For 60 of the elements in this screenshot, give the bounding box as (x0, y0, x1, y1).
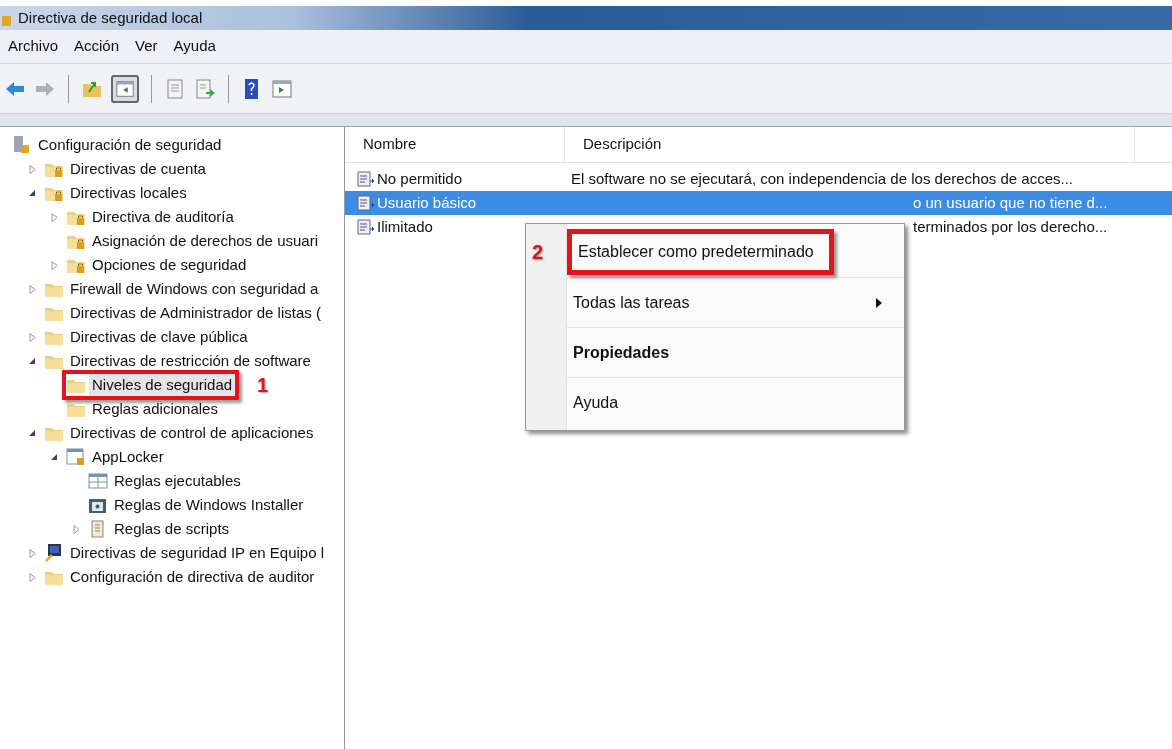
callout-number: 2 (532, 240, 545, 265)
export-list-icon[interactable] (194, 77, 216, 100)
context-menu-item[interactable]: Propiedades (567, 334, 898, 371)
tree-item[interactable]: Directivas de cuenta (67, 157, 209, 181)
tree-item[interactable]: AppLocker (89, 445, 167, 469)
row-name: No permitido (377, 168, 463, 189)
tree-item[interactable]: Reglas de Windows Installer (111, 493, 307, 517)
tree-item[interactable]: Directivas locales (67, 181, 190, 205)
column-header[interactable]: Nombre (345, 127, 565, 162)
collapsed-arrow-icon[interactable] (28, 284, 36, 294)
collapsed-arrow-icon[interactable] (50, 212, 58, 222)
tree-item[interactable]: Directivas de seguridad IP en Equipo l (67, 541, 328, 565)
row-description: El software no se ejecutará, con independencia de los derechos de acces... (571, 168, 1073, 189)
tree-item[interactable]: Directivas de Administrador de listas ( (67, 301, 324, 325)
callout-number: 1 (257, 373, 269, 398)
tree-item[interactable]: Directivas de control de aplicaciones (67, 421, 317, 445)
context-menu-item[interactable]: Todas las tareas (567, 284, 898, 321)
document-arrow-icon (357, 218, 375, 236)
tree-item[interactable]: Directiva de auditoría (89, 205, 237, 229)
expanded-arrow-icon[interactable] (28, 429, 36, 437)
submenu-arrow-icon (876, 297, 882, 308)
row-description: terminados por los derecho... (913, 216, 1108, 237)
row-name: Usuario básico (377, 192, 477, 213)
tree-item[interactable]: Directivas de clave pública (67, 325, 251, 349)
action-pane-icon[interactable] (271, 77, 293, 100)
expanded-arrow-icon[interactable] (28, 357, 36, 365)
column-header[interactable]: Descripción (565, 127, 1135, 162)
collapsed-arrow-icon[interactable] (28, 332, 36, 342)
window-grid-icon (88, 471, 108, 491)
tree-item[interactable]: Directivas de restricción de software (67, 349, 314, 373)
tree-item[interactable]: Asignación de derechos de usuari (89, 229, 321, 253)
menu-item[interactable]: Ayuda (173, 35, 216, 58)
document-arrow-icon (357, 170, 375, 188)
expanded-arrow-icon[interactable] (50, 453, 58, 461)
collapsed-arrow-icon[interactable] (28, 548, 36, 558)
row-description: o un usuario que no tiene d... (913, 192, 1108, 213)
row-name: Ilimitado (377, 216, 433, 237)
tree-item[interactable]: Configuración de directiva de auditor (67, 565, 318, 589)
context-menu-item[interactable]: Ayuda (567, 384, 898, 421)
window-title: Directiva de seguridad local (18, 7, 203, 28)
menu-item[interactable]: Ver (135, 35, 158, 58)
collapsed-arrow-icon[interactable] (50, 260, 58, 270)
tree-item[interactable]: Firewall de Windows con seguridad a (67, 277, 322, 301)
tree-item[interactable]: Opciones de seguridad (89, 253, 250, 277)
tree-item[interactable]: Reglas adicionales (89, 397, 221, 421)
menu-item[interactable]: Archivo (8, 35, 59, 58)
collapsed-arrow-icon[interactable] (72, 524, 80, 534)
document-icon[interactable] (164, 77, 186, 100)
list-row[interactable]: No permitido El software no se ejecutará, con independencia de los derechos de acces... (345, 167, 1172, 191)
tree-item[interactable]: Reglas de scripts (111, 517, 233, 541)
tree-item[interactable]: Reglas ejecutables (111, 469, 244, 493)
computer-key-icon (44, 543, 64, 563)
menu-item[interactable]: Acción (74, 35, 120, 58)
expanded-arrow-icon[interactable] (28, 189, 36, 197)
collapsed-arrow-icon[interactable] (28, 164, 36, 174)
tree-item[interactable]: Configuración de seguridad (35, 133, 225, 157)
policy-lock-icon (12, 135, 32, 155)
tree-item[interactable]: Niveles de seguridad (89, 373, 236, 397)
collapsed-arrow-icon[interactable] (28, 572, 36, 582)
document-arrow-icon (357, 194, 375, 212)
